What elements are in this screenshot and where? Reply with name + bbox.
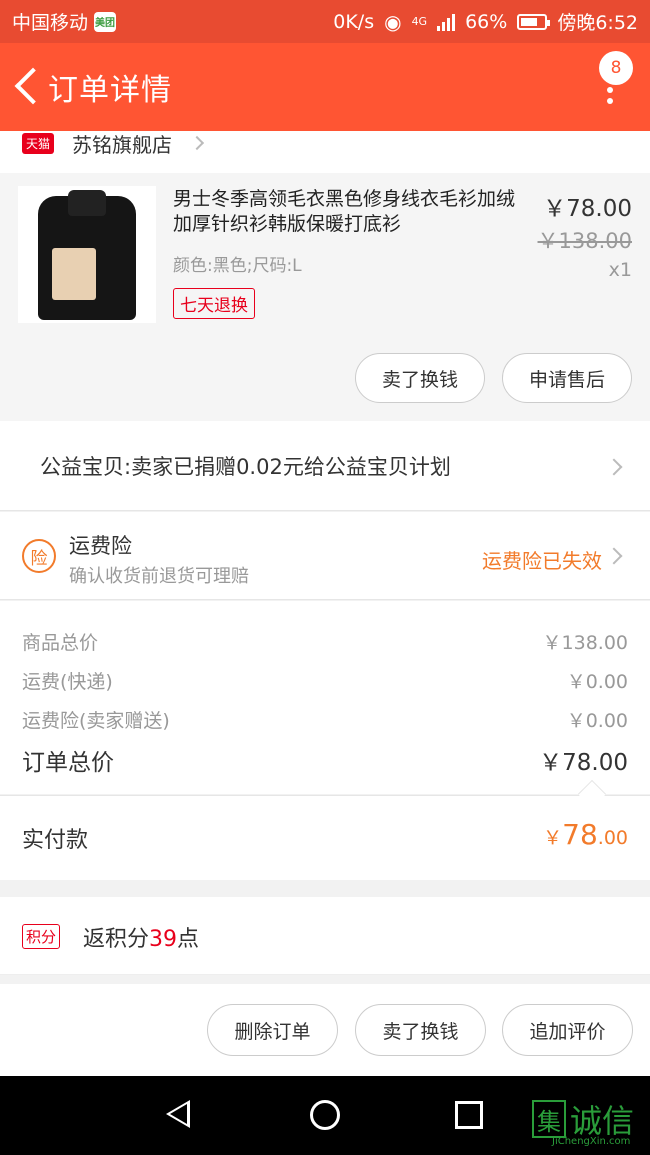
amount-decimal: .00 xyxy=(597,827,628,849)
summary-row-insurance: 运费险(卖家赠送) ￥0.00 xyxy=(22,706,628,733)
points-badge: 积分 xyxy=(22,924,61,949)
summary-value: ￥138.00 xyxy=(542,632,628,654)
signal-icon xyxy=(437,13,456,31)
shop-row[interactable]: 天猫 苏铭旗舰店 xyxy=(0,131,650,173)
order-total-row: 订单总价 ￥78.00 xyxy=(22,743,628,777)
status-right: 0K/s ◉ 4G 66% 傍晚6:52 xyxy=(333,8,638,35)
eye-comfort-icon: ◉ xyxy=(384,9,402,34)
points-amount: 39 xyxy=(149,927,178,952)
nav-back-icon[interactable] xyxy=(166,1100,190,1128)
insurance-subtitle: 确认收货前退货可理赔 xyxy=(69,566,249,587)
product-price: ￥78.00 xyxy=(543,196,632,222)
product-image[interactable] xyxy=(18,186,156,323)
order-total-label: 订单总价 xyxy=(22,750,114,776)
network-speed: 0K/s xyxy=(333,10,375,33)
product-spec: 颜色:黑色;尺码:L xyxy=(173,256,302,276)
points-suffix: 点 xyxy=(177,927,200,952)
currency-symbol: ￥ xyxy=(543,827,563,849)
product-quantity: x1 xyxy=(608,259,632,281)
order-total-value: ￥78.00 xyxy=(539,750,628,776)
shipping-insurance-row[interactable]: 险 运费险 确认收货前退货可理赔 运费险已失效 xyxy=(0,512,650,600)
summary-row-goods: 商品总价 ￥138.00 xyxy=(22,628,628,655)
chevron-right-icon xyxy=(189,135,205,151)
chevron-right-icon xyxy=(605,458,623,476)
page-title: 订单详情 xyxy=(48,73,172,108)
carrier: 中国移动 美团 xyxy=(12,8,117,35)
status-bar: 中国移动 美团 0K/s ◉ 4G 66% 傍晚6:52 xyxy=(0,0,650,43)
tmall-logo: 天猫 xyxy=(22,132,55,154)
sell-for-cash-button[interactable]: 卖了换钱 xyxy=(355,353,485,403)
insurance-icon: 险 xyxy=(22,539,56,573)
sweater-image xyxy=(38,190,136,320)
charity-row[interactable]: 公益宝贝:卖家已捐赠0.02元给公益宝贝计划 xyxy=(0,421,650,511)
watermark-logo: 集 xyxy=(532,1100,566,1138)
clock: 傍晚6:52 xyxy=(557,12,638,34)
points-text: 返积分39点 xyxy=(83,921,199,953)
insurance-title: 运费险 xyxy=(69,534,132,558)
network-type: 4G xyxy=(411,14,428,28)
app-header: 订单详情 8 xyxy=(0,43,650,131)
battery-percent: 66% xyxy=(465,10,508,33)
carrier-name: 中国移动 xyxy=(12,12,89,34)
delete-order-button[interactable]: 删除订单 xyxy=(207,1004,338,1056)
watermark-url: JiChengXin.com xyxy=(552,1136,631,1147)
summary-value: ￥0.00 xyxy=(566,710,628,732)
amount-paid-label: 实付款 xyxy=(22,828,89,853)
summary-row-shipping: 运费(快递) ￥0.00 xyxy=(22,667,628,694)
sell-for-cash-button[interactable]: 卖了换钱 xyxy=(355,1004,486,1056)
system-nav-bar: 集 诚信 JiChengXin.com xyxy=(0,1076,650,1155)
return-policy-tag: 七天退换 xyxy=(173,288,255,319)
order-actions: 删除订单 卖了换钱 追加评价 xyxy=(0,984,650,1076)
original-price: ￥138.00 xyxy=(537,229,632,253)
summary-label: 运费险(卖家赠送) xyxy=(22,710,170,732)
points-prefix: 返积分 xyxy=(83,927,150,952)
summary-label: 商品总价 xyxy=(22,632,99,654)
summary-label: 运费(快递) xyxy=(22,671,113,693)
product-title[interactable]: 男士冬季高领毛衣黑色修身线衣毛衫加绒加厚针织衫韩版保暖打底衫 xyxy=(173,187,523,237)
insurance-status: 运费险已失效 xyxy=(482,549,602,573)
nav-recent-apps-icon[interactable] xyxy=(455,1101,483,1129)
message-count-badge[interactable]: 8 xyxy=(599,51,633,85)
summary-value: ￥0.00 xyxy=(566,671,628,693)
amount-paid-value: ￥78.00 xyxy=(543,818,628,851)
request-aftersale-button[interactable]: 申请售后 xyxy=(502,353,632,403)
add-review-button[interactable]: 追加评价 xyxy=(502,1004,633,1056)
amount-integer: 78 xyxy=(562,818,598,851)
shop-name: 苏铭旗舰店 xyxy=(72,132,173,157)
points-row: 积分 返积分39点 xyxy=(0,897,650,975)
watermark: 集 诚信 JiChengXin.com xyxy=(532,1096,634,1147)
chevron-right-icon xyxy=(605,547,623,565)
battery-icon xyxy=(517,13,551,30)
price-summary: 商品总价 ￥138.00 运费(快递) ￥0.00 运费险(卖家赠送) ￥0.0… xyxy=(0,601,650,794)
back-arrow-icon[interactable] xyxy=(8,43,48,131)
meituan-app-icon: 美团 xyxy=(94,11,117,32)
amount-paid-row: 实付款 ￥78.00 xyxy=(0,779,650,880)
nav-home-icon[interactable] xyxy=(310,1100,340,1130)
charity-text: 公益宝贝:卖家已捐赠0.02元给公益宝贝计划 xyxy=(40,454,451,479)
product-card[interactable]: 男士冬季高领毛衣黑色修身线衣毛衫加绒加厚针织衫韩版保暖打底衫 颜色:黑色;尺码:… xyxy=(0,173,650,421)
